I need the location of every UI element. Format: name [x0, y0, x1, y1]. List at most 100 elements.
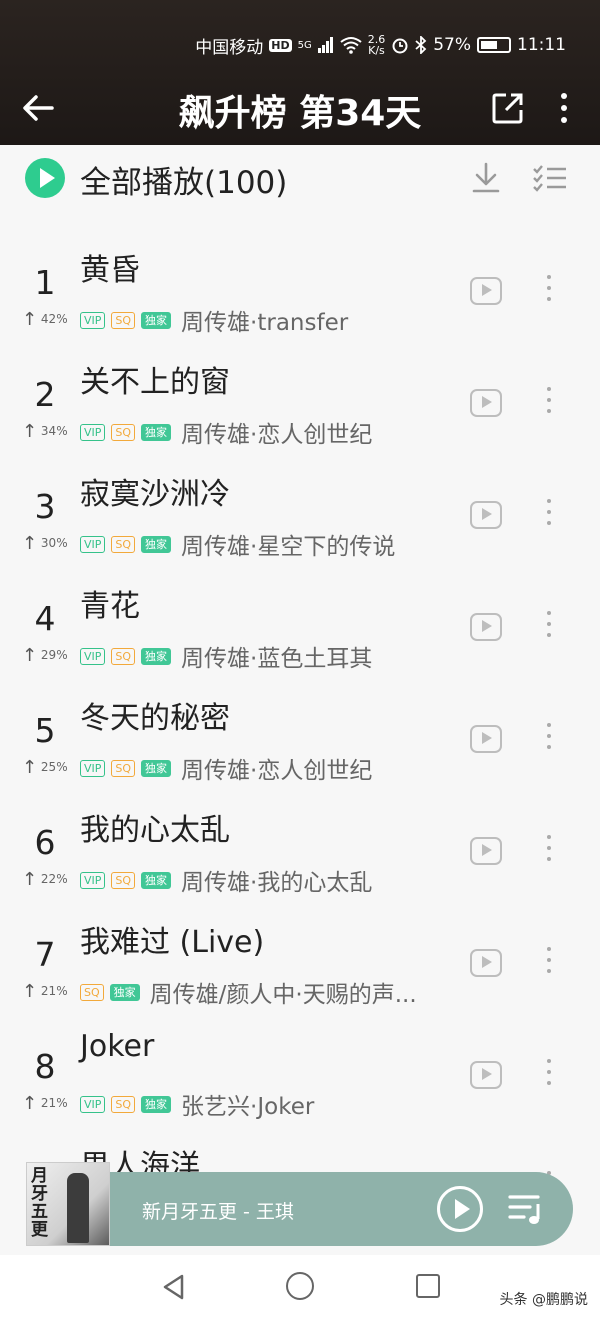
arrow-up-icon: ↑	[22, 1093, 38, 1114]
song-more-icon[interactable]	[545, 611, 553, 643]
vip-badge: VIP	[80, 311, 106, 329]
video-play-icon[interactable]	[470, 389, 502, 417]
sq-badge: SQ	[111, 423, 136, 441]
exclusive-badge: 独家	[141, 423, 172, 441]
nav-recent-icon[interactable]	[416, 1274, 440, 1298]
exclusive-badge: 独家	[141, 1095, 172, 1113]
alarm-icon	[392, 38, 408, 54]
vip-badge: VIP	[80, 423, 106, 441]
play-all-label[interactable]: 全部播放(100)	[80, 157, 287, 202]
cover-figure	[67, 1173, 89, 1243]
song-row[interactable]: 8 Joker ↑ 21% VIP SQ 独家 张艺兴·Joker	[0, 1009, 600, 1121]
header: 飙升榜 第34天	[0, 80, 600, 140]
play-all-icon[interactable]	[25, 158, 65, 198]
song-row[interactable]: 4 青花 ↑ 29% VIP SQ 独家 周传雄·蓝色土耳其	[0, 561, 600, 673]
song-more-icon[interactable]	[545, 275, 553, 307]
carrier-label: 中国移动	[195, 37, 264, 58]
artist-album: 周传雄·transfer	[181, 310, 349, 336]
trend-indicator: ↑ 21%	[22, 981, 68, 1002]
play-all-row[interactable]: 全部播放(100)	[0, 145, 600, 209]
song-row[interactable]: 6 我的心太乱 ↑ 22% VIP SQ 独家 周传雄·我的心太乱	[0, 785, 600, 897]
net-label: 5G	[297, 39, 312, 51]
video-play-icon[interactable]	[470, 949, 502, 977]
sq-badge: SQ	[111, 647, 136, 665]
exclusive-badge: 独家	[141, 759, 172, 777]
arrow-up-icon: ↑	[22, 309, 38, 330]
trend-indicator: ↑ 22%	[22, 869, 68, 890]
vip-badge: VIP	[80, 871, 106, 889]
playlist-icon[interactable]	[508, 1192, 546, 1226]
sq-badge: SQ	[80, 983, 104, 1001]
song-more-icon[interactable]	[545, 723, 553, 755]
cover-title: 月牙五更	[31, 1166, 48, 1240]
trend-indicator: ↑ 42%	[22, 309, 68, 330]
vip-badge: VIP	[80, 1095, 106, 1113]
multi-select-icon[interactable]	[532, 163, 568, 193]
song-title: 青花	[80, 589, 140, 624]
battery-percent: 57%	[433, 35, 471, 55]
share-icon[interactable]	[492, 92, 524, 124]
song-row[interactable]: 3 寂寞沙洲冷 ↑ 30% VIP SQ 独家 周传雄·星空下的传说	[0, 449, 600, 561]
trend-value: 29%	[40, 648, 68, 662]
song-meta: VIP SQ 独家 周传雄·蓝色土耳其	[80, 639, 372, 673]
trend-indicator: ↑ 34%	[22, 421, 68, 442]
hd-badge: HD	[269, 38, 292, 52]
song-more-icon[interactable]	[545, 499, 553, 531]
artist-album: 周传雄·恋人创世纪	[181, 422, 373, 448]
arrow-up-icon: ↑	[22, 533, 38, 554]
exclusive-badge: 独家	[109, 983, 140, 1001]
song-meta: VIP SQ 独家 周传雄·transfer	[80, 303, 348, 337]
song-row[interactable]: 2 关不上的窗 ↑ 34% VIP SQ 独家 周传雄·恋人创世纪	[0, 337, 600, 449]
download-icon[interactable]	[470, 161, 502, 195]
song-meta: VIP SQ 独家 周传雄·恋人创世纪	[80, 751, 372, 785]
trend-value: 34%	[40, 424, 68, 438]
trend-value: 30%	[40, 536, 68, 550]
song-title: 我的心太乱	[80, 813, 230, 848]
nav-home-icon[interactable]	[286, 1272, 314, 1300]
song-rank: 8	[34, 1047, 56, 1086]
trend-value: 25%	[40, 760, 68, 774]
video-play-icon[interactable]	[470, 837, 502, 865]
song-title: 寂寞沙洲冷	[80, 477, 230, 512]
vip-badge: VIP	[80, 535, 106, 553]
nav-back-icon[interactable]	[160, 1273, 188, 1301]
song-meta: VIP SQ 独家 周传雄·星空下的传说	[80, 527, 395, 561]
video-play-icon[interactable]	[470, 613, 502, 641]
system-nav-bar: 头条 @鹏鹏说	[0, 1255, 600, 1320]
song-more-icon[interactable]	[545, 835, 553, 867]
status-bar: 中国移动 HD 5G 2.6 K/s 57% 11:11	[195, 28, 566, 62]
trend-value: 42%	[40, 312, 68, 326]
player-play-icon[interactable]	[437, 1186, 483, 1232]
exclusive-badge: 独家	[141, 535, 172, 553]
song-row[interactable]: 5 冬天的秘密 ↑ 25% VIP SQ 独家 周传雄·恋人创世纪	[0, 673, 600, 785]
video-play-icon[interactable]	[470, 501, 502, 529]
artist-album: 周传雄·恋人创世纪	[181, 758, 373, 784]
signal-icon	[317, 37, 333, 53]
now-playing-title[interactable]: 新月牙五更 - 王琪	[142, 1197, 294, 1224]
song-more-icon[interactable]	[545, 1059, 553, 1091]
video-play-icon[interactable]	[470, 1061, 502, 1089]
sq-badge: SQ	[111, 1095, 136, 1113]
song-title: Joker	[80, 1029, 155, 1064]
video-play-icon[interactable]	[470, 277, 502, 305]
more-icon[interactable]	[552, 90, 576, 126]
song-row[interactable]: 1 黄昏 ↑ 42% VIP SQ 独家 周传雄·transfer	[0, 225, 600, 337]
trend-indicator: ↑ 21%	[22, 1093, 68, 1114]
bluetooth-icon	[415, 36, 427, 54]
album-cover[interactable]: 月牙五更	[26, 1162, 110, 1246]
sq-badge: SQ	[111, 759, 136, 777]
song-rank: 5	[34, 711, 56, 750]
song-more-icon[interactable]	[545, 387, 553, 419]
song-meta: SQ 独家 周传雄/颜人中·天赐的声...	[80, 975, 417, 1009]
vip-badge: VIP	[80, 759, 106, 777]
song-row[interactable]: 7 我难过 (Live) ↑ 21% SQ 独家 周传雄/颜人中·天赐的声...	[0, 897, 600, 1009]
net-speed: 2.6 K/s	[368, 34, 386, 56]
exclusive-badge: 独家	[141, 871, 172, 889]
exclusive-badge: 独家	[141, 311, 172, 329]
song-more-icon[interactable]	[545, 947, 553, 979]
video-play-icon[interactable]	[470, 725, 502, 753]
artist-album: 张艺兴·Joker	[181, 1094, 315, 1120]
artist-album: 周传雄/颜人中·天赐的声...	[149, 982, 417, 1008]
sq-badge: SQ	[111, 871, 136, 889]
song-rank: 7	[34, 935, 56, 974]
